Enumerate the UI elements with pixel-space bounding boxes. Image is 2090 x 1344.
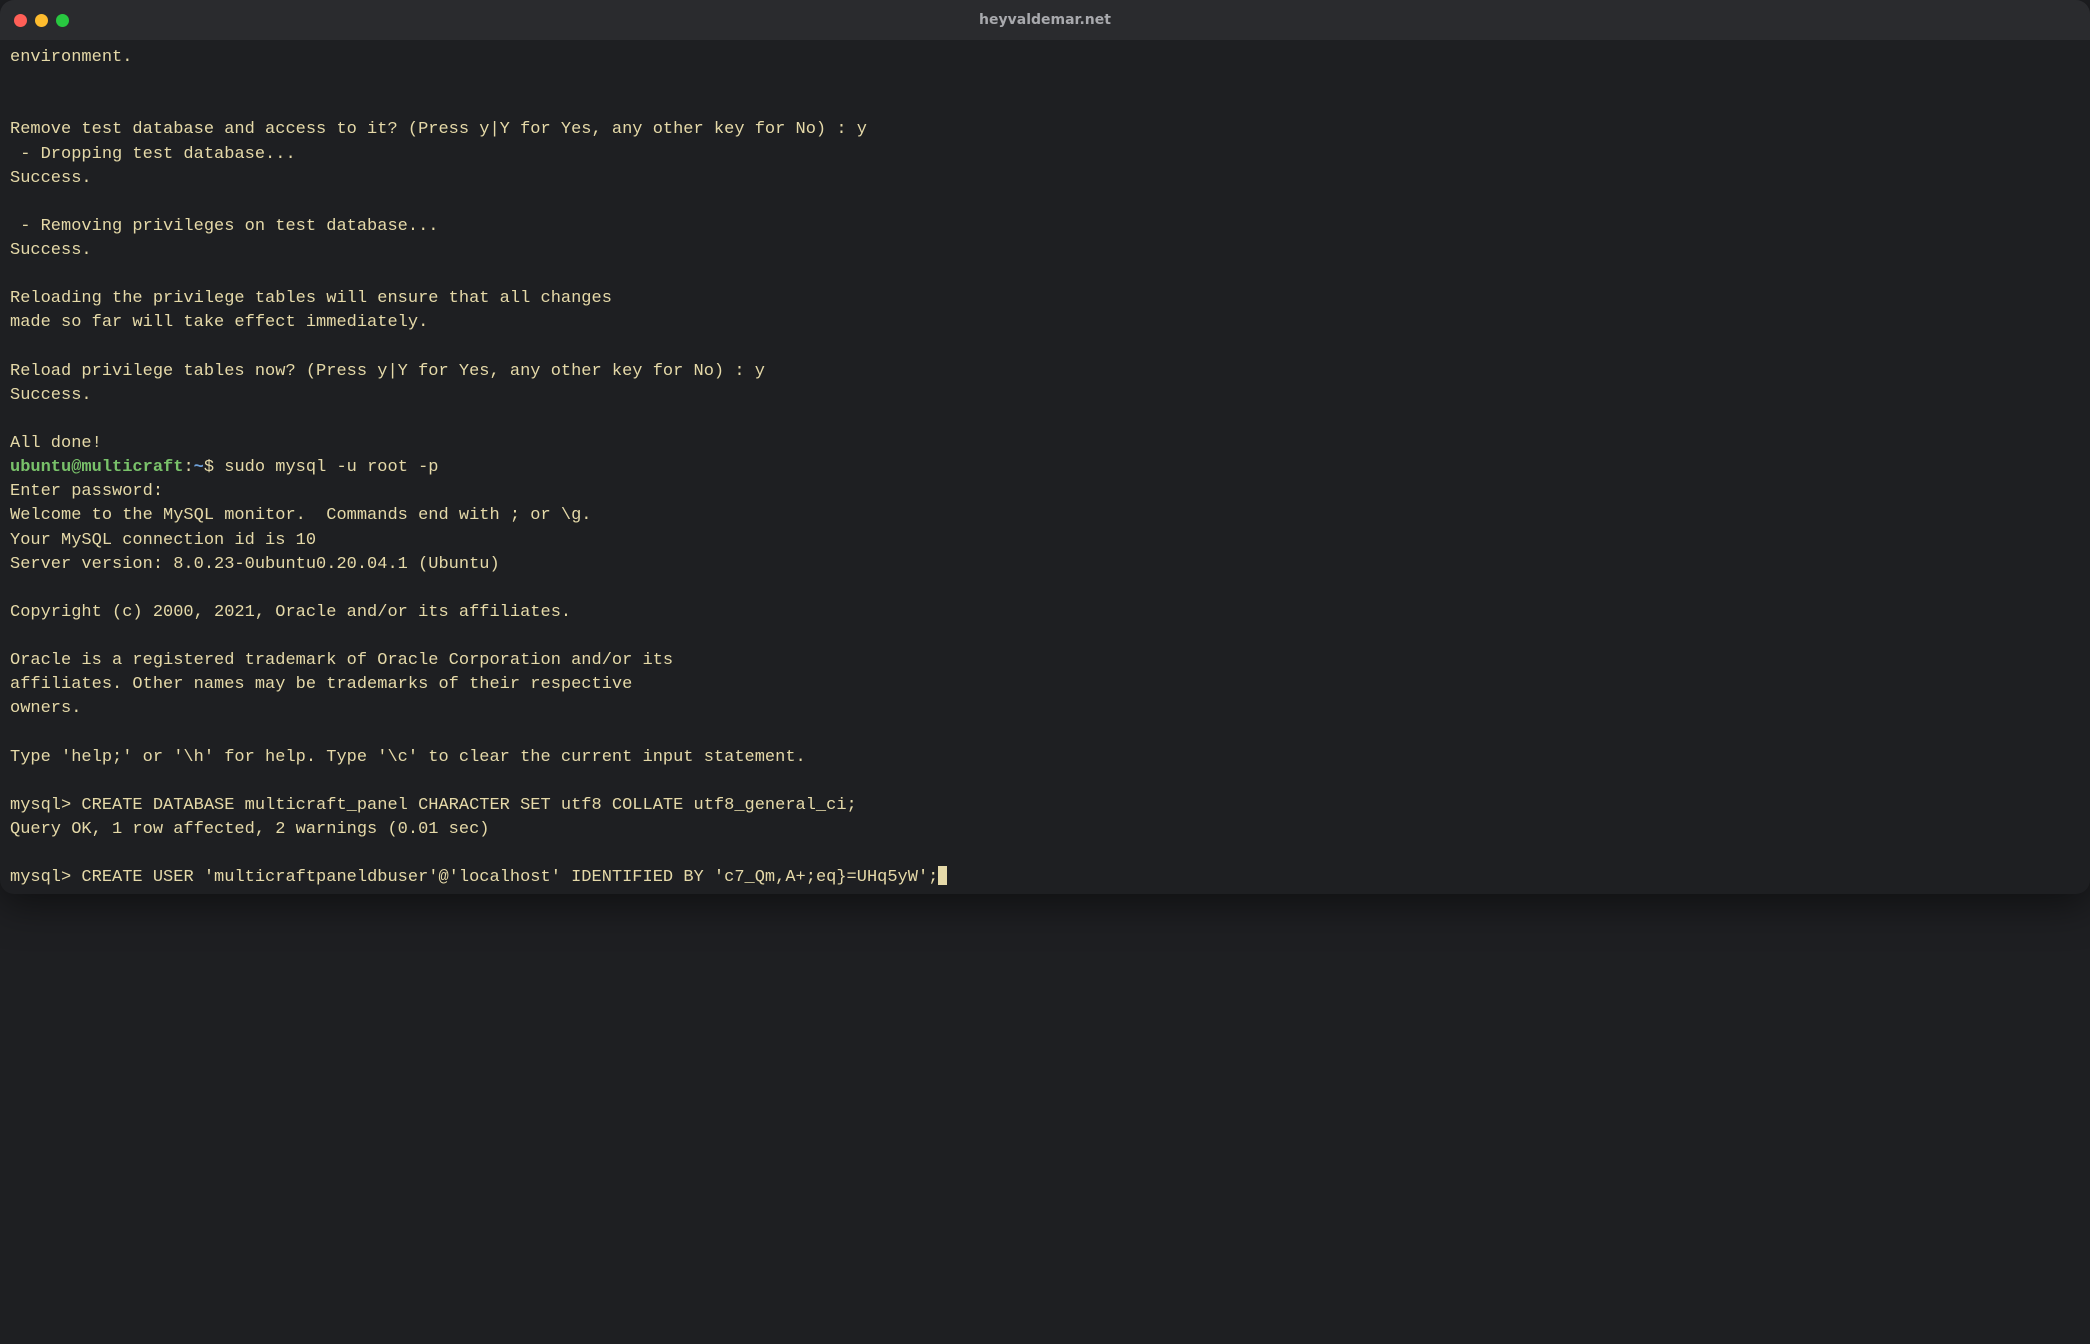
window-title: heyvaldemar.net: [979, 12, 1111, 28]
output-line: Query OK, 1 row affected, 2 warnings (0.…: [10, 820, 489, 839]
output-line: All done!: [10, 434, 102, 453]
terminal-body[interactable]: environment. Remove test database and ac…: [0, 40, 2090, 894]
close-icon[interactable]: [14, 14, 27, 27]
output-line: Remove test database and access to it? (…: [10, 120, 867, 139]
output-line: environment.: [10, 48, 132, 67]
output-line: affiliates. Other names may be trademark…: [10, 675, 632, 694]
output-line: owners.: [10, 699, 81, 718]
output-line: Enter password:: [10, 482, 163, 501]
output-line: Success.: [10, 241, 92, 260]
output-line: - Dropping test database...: [10, 145, 296, 164]
prompt-dollar: $: [204, 458, 214, 477]
prompt-host: multicraft: [81, 458, 183, 477]
prompt-at: @: [71, 458, 81, 477]
output-line: made so far will take effect immediately…: [10, 313, 428, 332]
titlebar: heyvaldemar.net: [0, 0, 2090, 40]
output-line: Success.: [10, 386, 92, 405]
shell-prompt: ubuntu@multicraft:~$: [10, 458, 214, 477]
output-line: Oracle is a registered trademark of Orac…: [10, 651, 673, 670]
terminal-window: heyvaldemar.net environment. Remove test…: [0, 0, 2090, 894]
output-line: Your MySQL connection id is 10: [10, 531, 316, 550]
command-text: sudo mysql -u root -p: [224, 458, 438, 477]
output-line: mysql> CREATE DATABASE multicraft_panel …: [10, 796, 857, 815]
cursor-icon: [938, 866, 947, 885]
output-line: Welcome to the MySQL monitor. Commands e…: [10, 506, 592, 525]
output-line: Type 'help;' or '\h' for help. Type '\c'…: [10, 748, 806, 767]
output-line: Success.: [10, 169, 92, 188]
mysql-prompt: mysql>: [10, 868, 81, 887]
output-line: Reload privilege tables now? (Press y|Y …: [10, 362, 765, 381]
prompt-user: ubuntu: [10, 458, 71, 477]
output-line: - Removing privileges on test database..…: [10, 217, 438, 236]
zoom-icon[interactable]: [56, 14, 69, 27]
output-line: Copyright (c) 2000, 2021, Oracle and/or …: [10, 603, 571, 622]
output-line: Reloading the privilege tables will ensu…: [10, 289, 612, 308]
output-line: Server version: 8.0.23-0ubuntu0.20.04.1 …: [10, 555, 500, 574]
traffic-lights: [14, 14, 69, 27]
minimize-icon[interactable]: [35, 14, 48, 27]
command-text: CREATE USER 'multicraftpaneldbuser'@'loc…: [81, 868, 938, 887]
prompt-colon: :: [183, 458, 193, 477]
prompt-path: ~: [194, 458, 204, 477]
